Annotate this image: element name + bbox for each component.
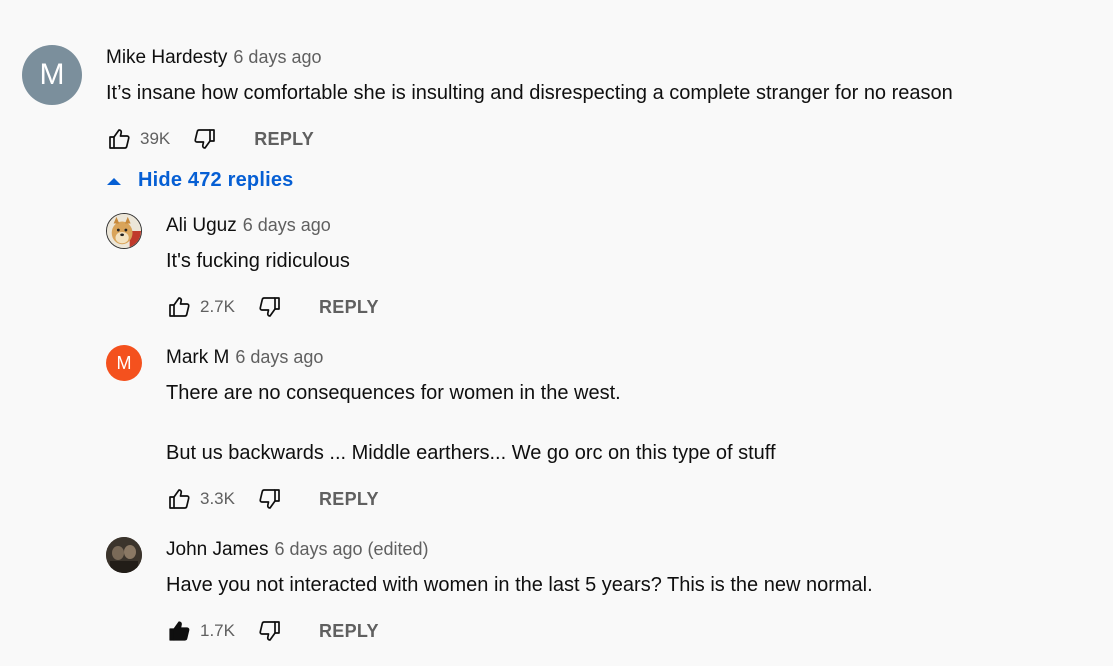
comment-author[interactable]: Mike Hardesty <box>106 47 227 69</box>
thumbs-down-icon <box>194 129 216 149</box>
reply-author[interactable]: Mark M <box>166 347 229 369</box>
reply-time[interactable]: 6 days ago <box>243 215 331 236</box>
reply-actions: 1.7K REPLY <box>166 616 379 646</box>
thumbs-up-icon <box>109 129 130 149</box>
reply-time[interactable]: 6 days ago (edited) <box>274 539 428 560</box>
reply-button[interactable]: REPLY <box>319 621 379 642</box>
thumbs-up-icon <box>169 489 190 509</box>
doge-avatar-icon <box>107 214 141 248</box>
like-count: 1.7K <box>200 621 235 640</box>
thumbs-down-icon <box>259 297 280 317</box>
like-count: 2.7K <box>200 297 235 316</box>
avatar-letter: M <box>39 58 65 91</box>
reply-text-line-2: But us backwards ... Middle earthers... … <box>166 442 776 464</box>
reply-header: Ali Uguz 6 days ago <box>166 215 331 237</box>
reply-button[interactable]: REPLY <box>319 489 379 510</box>
comment-text: It’s insane how comfortable she is insul… <box>106 82 953 104</box>
reply-text: It's fucking ridiculous <box>166 250 350 272</box>
thumbs-down-icon <box>259 621 280 641</box>
like-button-active[interactable] <box>166 618 192 644</box>
hide-replies-label: Hide 472 replies <box>138 169 294 191</box>
reply-button[interactable]: REPLY <box>319 297 379 318</box>
avatar-mark-m[interactable]: M <box>106 345 142 381</box>
reply-actions: 2.7K REPLY <box>166 292 379 322</box>
thumbs-down-icon <box>259 489 280 509</box>
avatar-mike-hardesty[interactable]: M <box>22 45 82 105</box>
reply-text-line-1: There are no consequences for women in t… <box>166 382 621 404</box>
reply-text: Have you not interacted with women in th… <box>166 574 873 596</box>
comment-header: Mike Hardesty 6 days ago <box>106 47 322 69</box>
like-count: 3.3K <box>200 489 235 508</box>
reply-header: Mark M 6 days ago <box>166 347 323 369</box>
comment-actions: 39K REPLY <box>106 124 314 154</box>
thumbs-up-icon <box>169 297 190 317</box>
thumbs-up-filled-icon <box>169 621 190 641</box>
like-count: 39K <box>140 129 171 148</box>
like-button[interactable] <box>166 486 192 512</box>
avatar-john-james[interactable] <box>106 537 142 573</box>
dislike-button[interactable] <box>257 294 283 320</box>
reply-button[interactable]: REPLY <box>254 129 314 150</box>
reply-time[interactable]: 6 days ago <box>235 347 323 368</box>
reply-author[interactable]: Ali Uguz <box>166 215 237 237</box>
like-button[interactable] <box>106 126 132 152</box>
hide-replies-toggle[interactable]: Hide 472 replies <box>106 169 294 192</box>
avatar-letter: M <box>116 352 132 373</box>
photo-avatar-icon <box>106 537 142 573</box>
avatar-ali-uguz[interactable] <box>106 213 142 249</box>
reply-header: John James 6 days ago (edited) <box>166 539 429 561</box>
like-button[interactable] <box>166 294 192 320</box>
dislike-button[interactable] <box>257 486 283 512</box>
reply-author[interactable]: John James <box>166 539 268 561</box>
dislike-button[interactable] <box>257 618 283 644</box>
dislike-button[interactable] <box>192 126 218 152</box>
comment-time[interactable]: 6 days ago <box>233 47 321 68</box>
reply-actions: 3.3K REPLY <box>166 484 379 514</box>
triangle-up-icon <box>107 177 121 185</box>
